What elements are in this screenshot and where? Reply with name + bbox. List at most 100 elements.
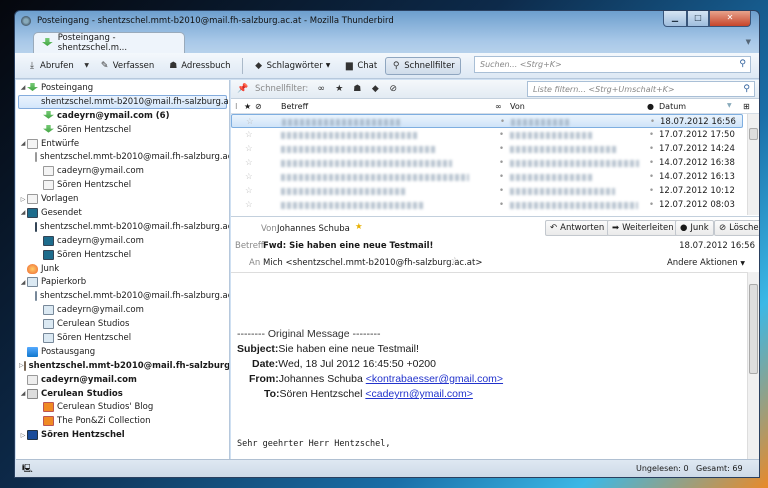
folder-item[interactable]: ◢ Gesendet <box>16 206 229 220</box>
twisty-icon[interactable]: ◢ <box>19 209 27 216</box>
tag-filter-icon[interactable]: ◆ <box>370 84 380 94</box>
junk-column-icon[interactable]: ● <box>647 102 654 111</box>
junk-dot-icon[interactable]: • <box>649 186 654 196</box>
star-icon[interactable]: ★ <box>355 222 363 232</box>
twisty-icon[interactable]: ◢ <box>19 279 27 286</box>
junk-dot-icon[interactable]: • <box>649 158 654 168</box>
folder-item[interactable]: ◢ Cerulean Studios <box>16 387 229 401</box>
twisty-icon[interactable]: ◢ <box>19 140 27 147</box>
folder-item[interactable]: ▷ Vorlagen <box>16 192 229 206</box>
folder-item[interactable]: Sören Hentzschel <box>16 178 229 192</box>
maximize-button[interactable]: □ <box>687 11 709 27</box>
junk-dot-icon[interactable]: • <box>649 144 654 154</box>
folder-item[interactable]: shentzschel.mmt-b2010@mail.fh-salzburg.a… <box>18 94 229 109</box>
thread-column-icon[interactable]: ⁝ <box>235 102 238 111</box>
message-row[interactable]: ☆ • • 14.07.2012 16:13 <box>231 170 743 184</box>
folder-item[interactable]: Postausgang <box>16 345 229 359</box>
tags-button[interactable]: ◆ Schlagwörter ▼ <box>248 57 337 75</box>
twisty-icon[interactable]: ▷ <box>19 196 27 203</box>
tab-menu-icon[interactable]: ▼ <box>746 38 751 46</box>
message-row[interactable]: ☆ • • 17.07.2012 14:24 <box>231 142 743 156</box>
forward-button[interactable]: ➡ Weiterleiten <box>607 220 679 236</box>
twisty-icon[interactable]: ◢ <box>19 390 27 397</box>
chat-button[interactable]: ▆ Chat <box>338 57 383 75</box>
star-outline-icon[interactable]: ☆ <box>245 200 253 210</box>
message-body-scrollbar[interactable] <box>747 272 759 459</box>
read-dot-icon[interactable]: • <box>499 158 504 168</box>
star-outline-icon[interactable]: ☆ <box>245 172 253 182</box>
folder-item[interactable]: ◢ Papierkorb <box>16 275 229 289</box>
star-column-icon[interactable]: ★ <box>244 102 251 111</box>
column-date[interactable]: Datum <box>659 102 686 111</box>
junk-dot-icon[interactable]: • <box>649 200 654 210</box>
message-row[interactable]: ☆ • • 14.07.2012 16:38 <box>231 156 743 170</box>
folder-item[interactable]: cadeyrn@ymail.com (6) <box>16 109 229 123</box>
junk-dot-icon[interactable]: • <box>650 117 655 127</box>
folder-item[interactable]: cadeyrn@ymail.com <box>16 234 229 248</box>
folder-item[interactable]: ◢ Entwürfe <box>16 137 229 151</box>
twisty-icon[interactable]: ▷ <box>19 432 27 439</box>
minimize-button[interactable]: ▁ <box>663 11 687 27</box>
folder-item[interactable]: Junk <box>16 262 229 276</box>
message-row[interactable]: ☆ • • 12.07.2012 10:12 <box>231 184 743 198</box>
column-from[interactable]: Von <box>510 102 525 111</box>
read-column-icon[interactable]: ∞ <box>495 102 502 111</box>
folder-item[interactable]: ◢ Posteingang <box>16 81 229 95</box>
star-outline-icon[interactable]: ☆ <box>245 144 253 154</box>
read-dot-icon[interactable]: • <box>499 130 504 140</box>
sender-name[interactable]: Johannes Schuba <box>277 224 350 234</box>
star-outline-icon[interactable]: ☆ <box>245 130 253 140</box>
tab-inbox[interactable]: Posteingang - shentzschel.m... <box>33 32 185 53</box>
column-picker-icon[interactable]: ⊞ <box>743 102 750 111</box>
star-outline-icon[interactable]: ☆ <box>245 158 253 168</box>
compose-button[interactable]: ✎ Verfassen <box>94 57 161 75</box>
addressbook-button[interactable]: ☗ Adressbuch <box>162 57 236 75</box>
folder-item[interactable]: cadeyrn@ymail.com <box>16 164 229 178</box>
folder-item[interactable]: cadeyrn@ymail.com <box>16 373 229 387</box>
filter-list-input[interactable]: Liste filtern... <Strg+Umschalt+K> ⚲ <box>527 81 755 97</box>
star-outline-icon[interactable]: ☆ <box>246 117 254 127</box>
message-row[interactable]: ☆ • • 17.07.2012 17:50 <box>231 128 743 142</box>
folder-item[interactable]: ▷ shentzschel.mmt-b2010@mail.fh-salzburg.… <box>16 359 229 373</box>
from-email-link[interactable]: <kontrabaesser@gmail.com> <box>366 373 503 385</box>
twisty-icon[interactable]: ▷ <box>19 362 24 369</box>
folder-item[interactable]: ▷ Sören Hentzschel <box>16 428 229 442</box>
junk-button[interactable]: ● Junk <box>675 220 714 236</box>
get-mail-button[interactable]: ⤓ Abrufen <box>21 57 80 75</box>
read-dot-icon[interactable]: • <box>499 172 504 182</box>
to-email-link[interactable]: <cadeyrn@ymail.com> <box>365 388 473 400</box>
column-subject[interactable]: Betreff <box>281 102 308 111</box>
other-actions-button[interactable]: Andere Aktionen ▼ <box>667 258 745 268</box>
close-button[interactable]: ✕ <box>709 11 751 27</box>
junk-dot-icon[interactable]: • <box>649 172 654 182</box>
star-outline-icon[interactable]: ☆ <box>451 256 459 266</box>
read-dot-icon[interactable]: • <box>499 144 504 154</box>
folder-item[interactable]: shentzschel.mmt-b2010@mail.fh-salzburg.a… <box>16 150 229 164</box>
message-row[interactable]: ☆ • • 12.07.2012 08:03 <box>231 198 743 212</box>
folder-item[interactable]: Sören Hentzschel <box>16 248 229 262</box>
folder-item[interactable]: cadeyrn@ymail.com <box>16 303 229 317</box>
folder-item[interactable]: shentzschel.mmt-b2010@mail.fh-salzburg.a… <box>16 220 229 234</box>
recipient[interactable]: Mich <shentzschel.mmt-b2010@fh-salzburg.… <box>263 258 482 268</box>
twisty-icon[interactable]: ◢ <box>19 84 27 91</box>
message-row[interactable]: ☆ • • 18.07.2012 16:56 <box>231 114 743 128</box>
contact-filter-icon[interactable]: ☗ <box>352 84 362 94</box>
get-mail-dropdown-icon[interactable]: ▼ <box>82 61 92 71</box>
folder-item[interactable]: The Pon&Zi Collection <box>16 414 229 428</box>
folder-item[interactable]: Cerulean Studios' Blog <box>16 400 229 414</box>
search-input[interactable]: Suchen... <Strg+K> ⚲ <box>474 56 751 73</box>
pin-icon[interactable]: 📌 <box>237 84 248 94</box>
folder-item[interactable]: shentzschel.mmt-b2010@mail.fh-salzburg.a… <box>16 289 229 303</box>
unread-filter-icon[interactable]: ∞ <box>316 84 326 94</box>
message-list-scrollbar[interactable] <box>747 114 759 215</box>
folder-item[interactable]: Sören Hentzschel <box>16 123 229 137</box>
attachment-filter-icon[interactable]: ⊘ <box>388 84 398 94</box>
delete-button[interactable]: ⊘Löschen <box>714 220 759 236</box>
reply-button[interactable]: ↶ Antworten <box>545 220 610 236</box>
read-dot-icon[interactable]: • <box>499 200 504 210</box>
read-dot-icon[interactable]: • <box>500 117 505 127</box>
folder-item[interactable]: Cerulean Studios <box>16 317 229 331</box>
read-dot-icon[interactable]: • <box>499 186 504 196</box>
quickfilter-button[interactable]: ⚲ Schnellfilter <box>385 56 461 75</box>
star-outline-icon[interactable]: ☆ <box>245 186 253 196</box>
